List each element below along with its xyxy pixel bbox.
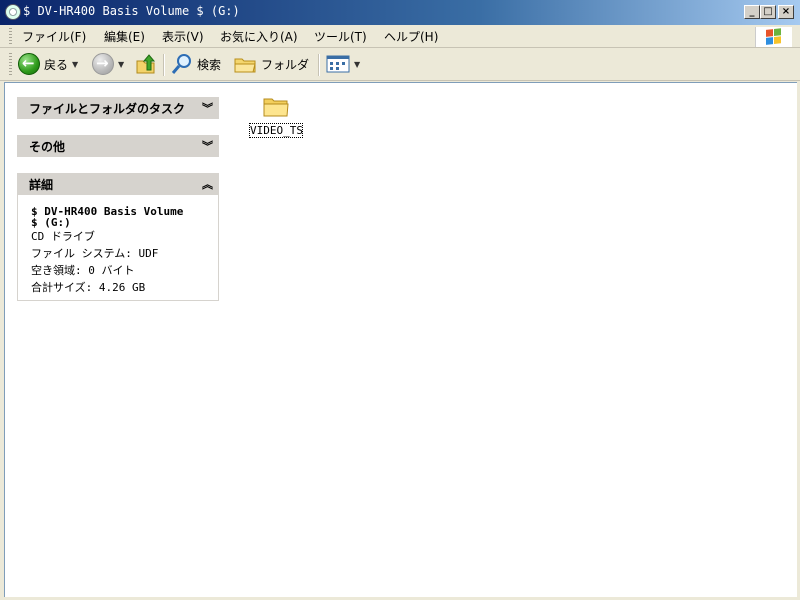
menubar-grip[interactable]: [9, 28, 12, 44]
forward-button[interactable]: ▼: [92, 52, 124, 76]
folders-button[interactable]: フォルダ: [233, 52, 309, 76]
panel-title: その他: [29, 140, 66, 154]
views-button[interactable]: ▼: [326, 52, 360, 76]
back-arrow-icon: [18, 53, 40, 75]
search-label: 検索: [197, 57, 222, 72]
search-icon: [171, 54, 191, 74]
menu-file[interactable]: ファイル(F): [22, 28, 86, 45]
menu-favorites[interactable]: お気に入り(A): [220, 28, 298, 45]
search-button[interactable]: 検索: [170, 52, 221, 76]
title-bar[interactable]: $ DV-HR400 Basis Volume $ (G:) _ □ ×: [0, 0, 800, 25]
folder-view[interactable]: ファイルとフォルダのタスク ︾ その他 ︾ 詳細 ︽ $ DV-HR400 Ba…: [4, 82, 797, 597]
menu-view[interactable]: 表示(V): [162, 28, 204, 45]
free-space: 空き領域: 0 バイト: [31, 264, 135, 277]
drive-type: CD ドライブ: [31, 230, 95, 243]
forward-arrow-icon: [92, 53, 114, 75]
close-button[interactable]: ×: [778, 5, 794, 19]
menu-help[interactable]: ヘルプ(H): [384, 28, 438, 45]
explorer-window: $ DV-HR400 Basis Volume $ (G:) _ □ × ファイ…: [0, 0, 800, 600]
cd-drive-icon[interactable]: [5, 4, 21, 20]
toolbar-grip[interactable]: [9, 53, 12, 77]
folder-icon: [263, 98, 289, 117]
panel-title: ファイルとフォルダのタスク: [29, 102, 186, 116]
toolbar-separator: [318, 54, 320, 76]
toolbar-separator: [163, 54, 165, 76]
folders-label: フォルダ: [261, 57, 310, 72]
total-size: 合計サイズ: 4.26 GB: [31, 281, 146, 294]
back-button[interactable]: 戻る ▼: [18, 52, 78, 76]
collapse-chevron-icon[interactable]: ︽: [202, 176, 213, 192]
forward-dropdown-icon[interactable]: ▼: [118, 60, 124, 69]
views-dropdown-icon[interactable]: ▼: [354, 60, 360, 69]
panel-title: 詳細: [29, 178, 54, 192]
folder-name: VIDEO_TS: [249, 123, 303, 138]
panel-other-places[interactable]: その他 ︾: [17, 135, 219, 157]
windows-logo: [755, 27, 792, 47]
back-label: 戻る: [44, 57, 69, 72]
folder-item[interactable]: VIDEO_TS: [249, 92, 305, 142]
window-title: $ DV-HR400 Basis Volume $ (G:): [23, 4, 240, 18]
expand-chevron-icon[interactable]: ︾: [202, 100, 213, 116]
up-folder-icon: [136, 54, 156, 74]
minimize-button[interactable]: _: [744, 5, 760, 19]
windows-flag-icon: [766, 28, 782, 46]
details-body: $ DV-HR400 Basis Volume $ (G:) CD ドライブ フ…: [17, 195, 219, 301]
up-folder-button[interactable]: [134, 52, 158, 76]
folders-icon: [234, 58, 256, 73]
menu-bar: ファイル(F) 編集(E) 表示(V) お気に入り(A) ツール(T) ヘルプ(…: [0, 25, 800, 48]
panel-file-folder-tasks[interactable]: ファイルとフォルダのタスク ︾: [17, 97, 219, 119]
expand-chevron-icon[interactable]: ︾: [202, 138, 213, 154]
menu-edit[interactable]: 編集(E): [104, 28, 145, 45]
back-dropdown-icon[interactable]: ▼: [72, 60, 78, 69]
menu-tools[interactable]: ツール(T): [314, 28, 367, 45]
toolbar: 戻る ▼ ▼ 検索 フォルダ: [0, 48, 800, 81]
views-icon: [326, 55, 350, 73]
file-system: ファイル システム: UDF: [31, 247, 159, 260]
panel-details[interactable]: 詳細 ︽: [17, 173, 219, 195]
maximize-button[interactable]: □: [760, 5, 776, 19]
